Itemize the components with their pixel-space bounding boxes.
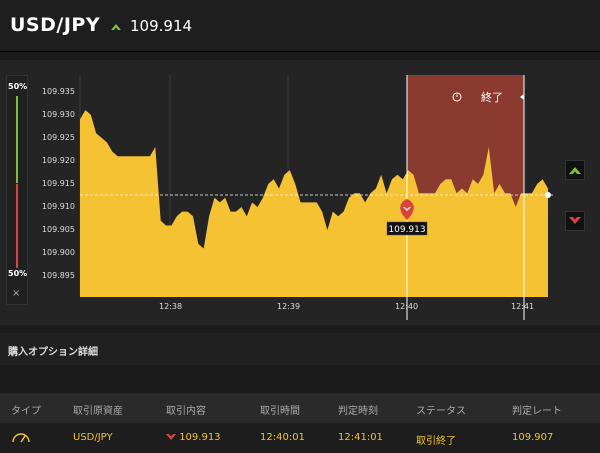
chevron-up-icon	[569, 167, 581, 174]
high-button[interactable]	[565, 160, 585, 180]
header-content: 取引内容	[166, 406, 206, 417]
cell-judge-time: 12:41:01	[338, 432, 383, 443]
chevron-down-icon	[166, 434, 176, 440]
table-header: タイプ 取引原資産 取引内容 取引時間 判定時刻 ステータス 判定レート	[0, 393, 600, 423]
header-judge-rate: 判定レート	[512, 406, 562, 417]
header-trade-time: 取引時間	[260, 406, 300, 417]
option-details-section: 購入オプション詳細	[0, 333, 600, 365]
entry-rate-label: 109.913	[388, 225, 425, 235]
header-type: タイプ	[11, 406, 41, 417]
cell-status: 取引終了	[416, 436, 456, 447]
price-chart: 終了 109.913	[79, 75, 555, 320]
cell-trade-time: 12:40:01	[260, 432, 305, 443]
low-button[interactable]	[565, 211, 585, 231]
trading-app: USD/JPY 109.914 50% 50% × 109.935 109.930…	[0, 0, 600, 453]
header-status: ステータス	[416, 406, 466, 417]
chevron-down-icon	[569, 217, 581, 224]
section-title: 購入オプション詳細	[8, 347, 98, 358]
gauge-icon	[12, 433, 30, 443]
cell-asset: USD/JPY	[73, 432, 113, 443]
table-row[interactable]: USD/JPY 109.913 12:40:01 12:41:01 取引終了 1…	[0, 423, 600, 453]
cell-judge-rate: 109.907	[512, 432, 554, 443]
header-asset: 取引原資産	[73, 406, 123, 417]
cell-content: 109.913	[166, 432, 221, 443]
header-judge-time: 判定時刻	[338, 406, 378, 417]
cell-rate: 109.913	[179, 432, 221, 443]
current-price-dot	[545, 192, 551, 198]
expiry-label: 終了	[481, 90, 503, 104]
